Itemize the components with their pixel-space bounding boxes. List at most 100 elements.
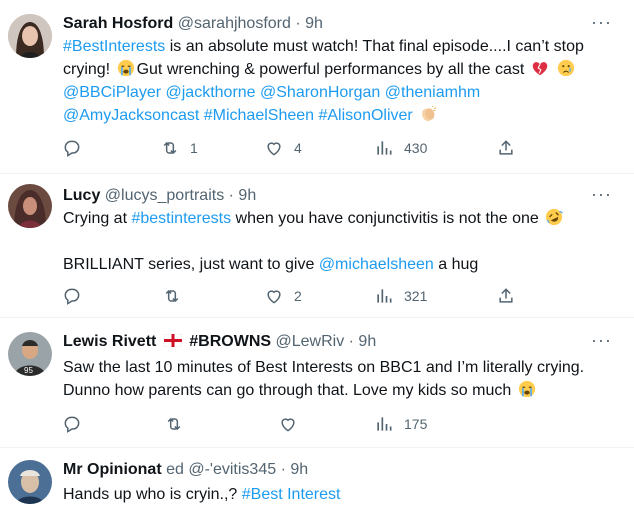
retweet-button[interactable] [164,412,194,436]
heart-icon [281,418,295,432]
views-button[interactable]: 321 [374,284,427,308]
author-name[interactable]: Mr Opinionat [63,461,162,478]
author-handle[interactable]: @sarahjhosford [178,15,291,32]
mention-link[interactable]: @AmyJacksoncast [63,107,199,124]
reply-button[interactable] [62,284,92,308]
broken-heart-emoji-icon [531,59,549,77]
retweet-button[interactable]: 1 [160,136,198,160]
timestamp[interactable]: · 9h [281,461,309,478]
reply-button[interactable] [62,136,92,160]
tweet-line: BRILLIANT series, just want to give @mic… [63,253,623,276]
tweet-header: Sarah Hosford @sarahjhosford · 9h [63,14,323,34]
author-name[interactable]: Sarah Hosford [63,15,173,32]
avatar[interactable] [8,184,52,228]
author-handle[interactable]: @lucys_portraits [105,187,224,204]
avatar[interactable] [8,14,52,58]
author-handle[interactable]: ed @-'evitis345 [166,461,276,478]
tweet-text-segment: BRILLIANT series, just want to give [63,256,319,273]
tweet-header: Mr Opinionat ed @-'evitis345 · 9h [63,460,308,480]
more-options-icon[interactable]: ··· [591,184,612,204]
views-button[interactable]: 430 [374,136,427,160]
like-button[interactable]: 4 [264,136,302,160]
like-count: 4 [294,140,302,156]
tweet[interactable]: Lucy @lucys_portraits · 9h ··· Crying at… [0,174,634,318]
tweet-line: @AmyJacksoncast #MichaelSheen #AlisonOli… [63,104,623,127]
tweet-text-segment: Saw the last 10 minutes of Best Interest… [63,359,585,376]
tweet-line: Dunno how parents can go through that. L… [63,379,623,402]
more-options-icon[interactable]: ··· [591,330,612,350]
retweet-icon [163,141,177,155]
analytics-icon [377,417,392,431]
avatar[interactable] [8,460,52,504]
action-bar: 1 4 430 [62,136,532,160]
retweet-count: 1 [190,140,198,156]
view-count: 321 [404,288,428,304]
more-options-icon[interactable]: ··· [591,12,612,32]
reply-button[interactable] [62,412,92,436]
tweet-line: #BestInterests is an absolute must watch… [63,35,623,58]
view-count: 175 [404,416,428,432]
hashtag-link[interactable]: #bestinterests [131,210,231,227]
hashtag-link[interactable]: #MichaelSheen [204,107,314,124]
cry-emoji-icon [557,59,575,77]
tweet-text: Saw the last 10 minutes of Best Interest… [63,356,623,402]
avatar[interactable]: 95 [8,332,52,376]
clap-emoji-icon [419,105,437,123]
author-name[interactable]: Lucy [63,187,100,204]
view-count: 430 [404,140,428,156]
like-button[interactable] [278,412,308,436]
hashtag-link[interactable]: #Best Interest [242,486,341,503]
tweet-header: Lucy @lucys_portraits · 9h [63,186,256,206]
share-icon [499,288,513,303]
mention-link[interactable]: @SharonHorgan [260,84,380,101]
tweet-text-segment: Hands up who is cryin.,? [63,486,242,503]
tweet[interactable]: Mr Opinionat ed @-'evitis345 · 9h Hands … [0,448,634,508]
reply-icon [64,416,80,433]
analytics-icon [377,141,392,155]
heart-icon [267,290,281,304]
sob-emoji-icon [117,59,135,77]
heart-icon [267,142,281,156]
mention-link[interactable]: @michaelsheen [319,256,434,273]
tweet-text: #BestInterests is an absolute must watch… [63,35,623,127]
mention-link[interactable]: @jackthorne [166,84,256,101]
retweet-button[interactable] [162,284,192,308]
mention-link[interactable]: @theniamhm [385,84,480,101]
mention-link[interactable]: @BBCiPlayer [63,84,161,101]
tweet[interactable]: Sarah Hosford @sarahjhosford · 9h ··· #B… [0,0,634,174]
views-button[interactable]: 175 [374,412,427,436]
retweet-icon [167,417,181,431]
action-bar: 175 [62,412,532,436]
tweet-text-segment: Crying at [63,210,132,227]
tweet-text-segment: Dunno how parents can go through that. L… [63,382,516,399]
hashtag-link[interactable]: #AlisonOliver [318,107,412,124]
like-count: 2 [294,288,302,304]
tweet-text-segment: Gut wrenching & powerful performances by… [136,61,529,78]
tweet-text-segment [413,107,417,124]
reply-icon [64,288,80,305]
tweet-line: @BBCiPlayer @jackthorne @SharonHorgan @t… [63,81,623,104]
author-handle[interactable]: @LewRiv [276,333,345,350]
author-name-suffix[interactable]: #BROWNS [189,333,271,350]
england-flag-icon [163,333,183,348]
tweet-text-segment [551,61,555,78]
hashtag-link[interactable]: #BestInterests [63,38,165,55]
tweet-text: Crying at #bestinterests when you have c… [63,207,623,276]
author-name[interactable]: Lewis Rivett [63,333,156,350]
timestamp[interactable]: · 9h [295,15,323,32]
rofl-emoji-icon [545,208,564,226]
tweet-line: Crying at #bestinterests when you have c… [63,207,623,230]
like-button[interactable]: 2 [264,284,302,308]
tweet[interactable]: 95 Lewis Rivett #BROWNS @LewRiv · 9h ···… [0,318,634,448]
share-button[interactable] [496,284,516,308]
timestamp[interactable]: · 9h [349,333,377,350]
tweet-text: Hands up who is cryin.,? #Best Interest [63,483,623,506]
tweet-text-segment: when you have conjunctivitis is not the … [231,210,544,227]
tweet-text-segment: crying! [63,61,115,78]
tweet-header: Lewis Rivett #BROWNS @LewRiv · 9h [63,332,376,352]
timestamp[interactable]: · 9h [229,187,257,204]
tweet-line [63,230,623,253]
share-icon [499,140,513,155]
share-button[interactable] [496,136,516,160]
tweet-line: crying! Gut wrenching & powerful perform… [63,58,623,81]
